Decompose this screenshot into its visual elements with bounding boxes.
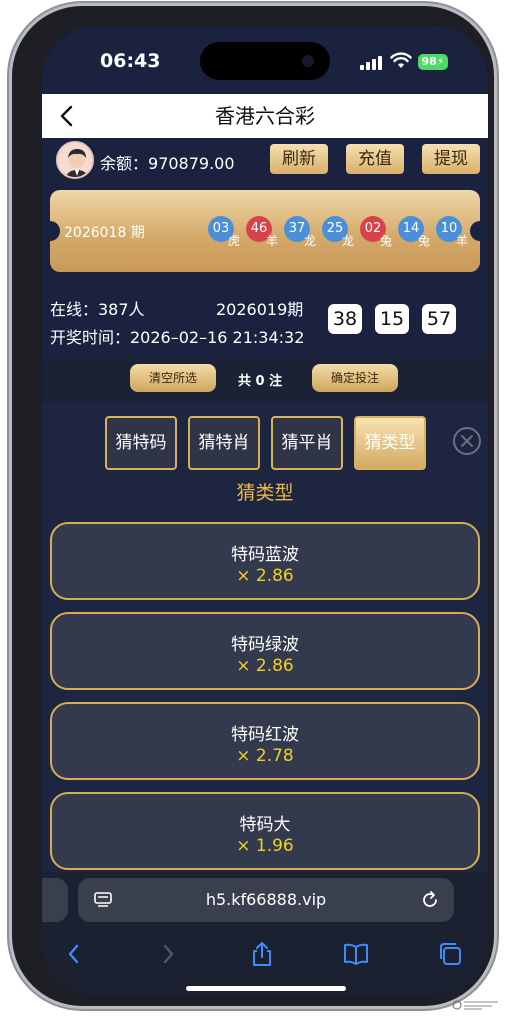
draw-zodiac: 龙 (304, 234, 317, 248)
draw-zodiac: 虎 (228, 234, 241, 248)
bet-option[interactable]: 特码大 × 1.96 (50, 792, 480, 870)
bet-option-odds: × 2.78 (236, 746, 294, 766)
refresh-button[interactable]: 刷新 (270, 144, 328, 174)
phone-screen: 06:43 98⚡ 香港六合彩 余额：970879.00 刷新 充值 提现 20… (42, 26, 488, 996)
battery-icon: 98⚡ (418, 54, 448, 70)
withdraw-button[interactable]: 提现 (422, 144, 480, 174)
home-indicator (186, 986, 346, 991)
bet-option[interactable]: 特码绿波 × 2.86 (50, 612, 480, 690)
bet-option-odds: × 2.86 (236, 566, 294, 586)
battery-level: 98 (421, 55, 437, 68)
bet-option[interactable]: 特码蓝波 × 2.86 (50, 522, 480, 600)
bet-option-name: 特码绿波 (231, 635, 299, 655)
bet-count: 共 0 注 (238, 374, 283, 389)
url-text: h5.kf66888.vip (205, 890, 327, 909)
avatar[interactable] (56, 141, 94, 179)
browser-toolbar: h5.kf66888.vip (42, 872, 488, 996)
share-icon[interactable] (248, 940, 276, 968)
balance-display: 余额：970879.00 (100, 150, 235, 174)
countdown-hours: 38 (328, 304, 362, 334)
countdown-seconds: 57 (422, 304, 456, 334)
draw-zodiac: 羊 (266, 234, 279, 248)
tab-4[interactable]: 猜类型 (354, 416, 426, 470)
tab-1[interactable]: 猜特码 (105, 416, 177, 470)
status-bar: 06:43 98⚡ (42, 26, 488, 94)
bet-panel: 猜特码 猜特肖 猜平肖 猜类型 猜类型 特码蓝波 × 2.86 特码绿波 × 2.86 特码红… (42, 402, 488, 872)
tab-3[interactable]: 猜平肖 (271, 416, 343, 470)
previous-tab-preview[interactable] (42, 878, 68, 922)
back-icon[interactable] (60, 940, 88, 968)
tab-2[interactable]: 猜特肖 (188, 416, 260, 470)
draw-time: 开奖时间：2026–02–16 21:34:32 (50, 328, 305, 347)
bet-option[interactable]: 特码红波 × 2.78 (50, 702, 480, 780)
nav-bar: 香港六合彩 (42, 94, 488, 138)
draw-zodiac: 羊 (456, 234, 469, 248)
section-title: 猜类型 (236, 482, 294, 504)
confirm-bet-button[interactable]: 确定投注 (312, 364, 398, 392)
power-button (494, 250, 499, 330)
bet-option-odds: × 2.86 (236, 656, 294, 676)
dynamic-island (200, 42, 330, 80)
draw-zodiac: 龙 (342, 234, 355, 248)
back-arrow-icon[interactable] (54, 102, 82, 130)
next-issue: 2026019期 (216, 300, 304, 319)
status-time: 06:43 (100, 50, 161, 72)
countdown-minutes: 15 (375, 304, 409, 334)
bet-option-name: 特码蓝波 (231, 545, 299, 565)
close-icon[interactable] (452, 426, 482, 456)
draw-info: 在线：387人 2026019期 开奖时间：2026–02–16 21:34:3… (42, 276, 488, 356)
watermark-logo (452, 1000, 498, 1010)
account-bar: 余额：970879.00 刷新 充值 提现 (42, 138, 488, 186)
phone-frame: 06:43 98⚡ 香港六合彩 余额：970879.00 刷新 充值 提现 20… (12, 6, 494, 1006)
balance-value: 970879.00 (148, 154, 235, 173)
balance-label: 余额： (100, 154, 149, 173)
last-draw-issue: 2026018 期 (64, 225, 145, 241)
bet-option-odds: × 1.96 (236, 836, 294, 856)
draw-zodiac: 兔 (418, 234, 431, 248)
last-draw-ticket: 2026018 期 03 虎 46 羊 37 龙 25 龙 02 兔 14 兔 10 羊 (42, 190, 488, 272)
bet-option-name: 特码红波 (231, 725, 299, 745)
address-bar[interactable]: h5.kf66888.vip (78, 878, 454, 922)
bet-bar: 清空所选 共 0 注 确定投注 (42, 356, 488, 402)
reload-icon[interactable] (420, 890, 440, 910)
signal-icon (360, 56, 384, 70)
online-count: 在线：387人 (50, 300, 145, 319)
forward-icon[interactable] (154, 940, 182, 968)
wifi-icon (390, 52, 412, 68)
bet-option-name: 特码大 (239, 815, 291, 835)
page-title: 香港六合彩 (215, 104, 315, 128)
clear-selection-button[interactable]: 清空所选 (130, 364, 216, 392)
tabs-icon[interactable] (436, 940, 464, 968)
bookmarks-icon[interactable] (342, 940, 370, 968)
recharge-button[interactable]: 充值 (346, 144, 404, 174)
draw-zodiac: 兔 (380, 234, 393, 248)
